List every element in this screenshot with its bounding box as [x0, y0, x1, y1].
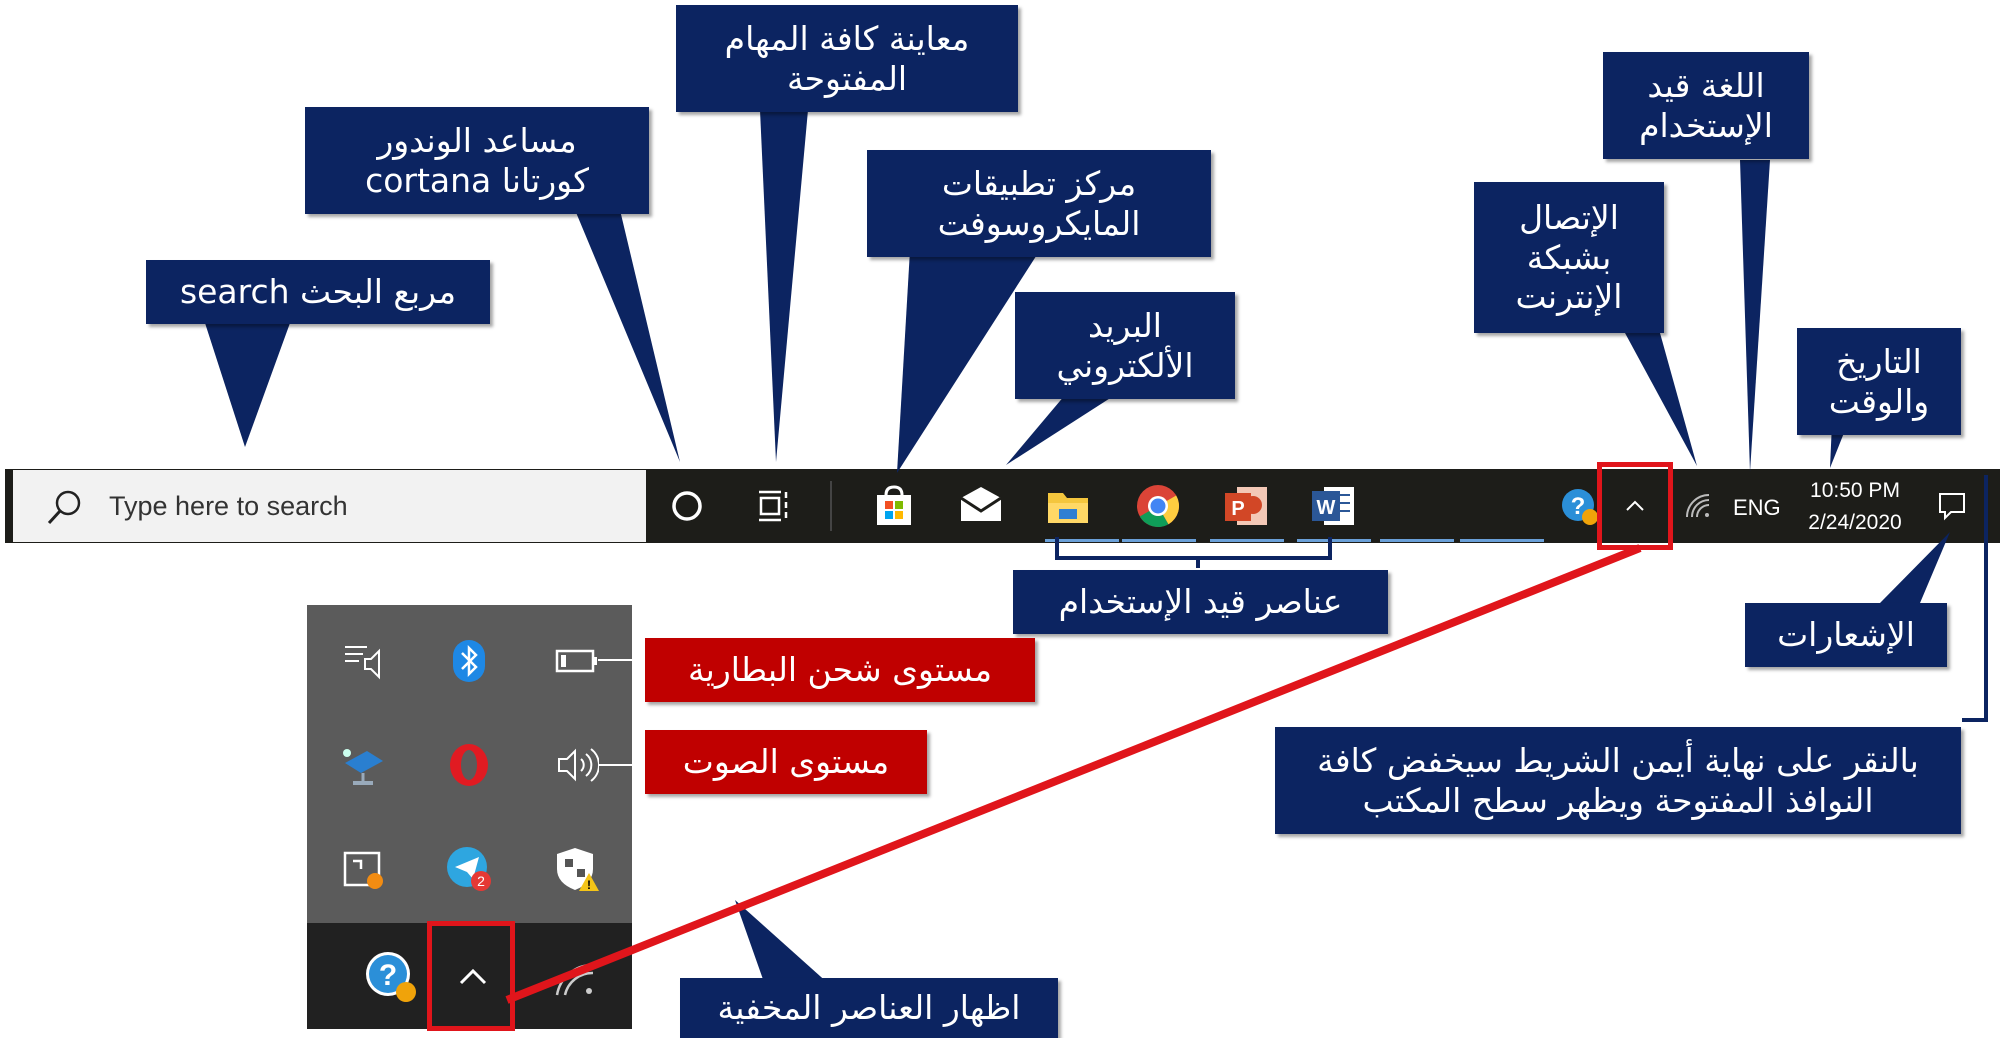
notifications-button[interactable] [1928, 474, 1976, 538]
svg-text:W: W [1317, 497, 1336, 519]
cortana-label: مساعد الوندور كورتانا cortana [305, 107, 649, 214]
battery-tray-item[interactable] [549, 633, 605, 689]
svg-text:P: P [1231, 498, 1244, 520]
mail-icon [960, 487, 1002, 521]
battery-label: مستوى شحن البطارية [645, 638, 1035, 702]
running-apps-label: عناصر قيد الإستخدام [1013, 570, 1388, 634]
search-icon [47, 490, 81, 525]
clock-date[interactable]: 2/24/2020 [1799, 511, 1911, 535]
hidden-icons-highlight [1597, 462, 1673, 550]
file-explorer-button[interactable] [1045, 483, 1091, 529]
file-explorer-icon [1048, 493, 1088, 523]
wifi-icon [555, 963, 594, 996]
running-indicator [1122, 539, 1196, 542]
taskbar: Type here to search P W ? ENG 10:50 PM 2… [5, 462, 2000, 550]
svg-text:?: ? [379, 959, 397, 992]
search-box[interactable]: Type here to search [13, 470, 646, 542]
task-view-icon [759, 490, 788, 522]
search-callout-pointer [205, 323, 290, 447]
battery-icon [555, 649, 597, 673]
opera-tray-item[interactable] [441, 737, 497, 793]
show-desktop-button[interactable] [1990, 469, 2000, 543]
volume-label: مستوى الصوت [645, 730, 927, 794]
wifi-icon [1686, 494, 1710, 518]
mail-label: البريد الألكتروني [1015, 292, 1235, 399]
language-callout-pointer [1740, 160, 1770, 472]
wifi-button[interactable] [1673, 474, 1723, 538]
telegram-icon: 2 [447, 847, 491, 891]
task-view-button[interactable] [743, 474, 803, 538]
help-icon: ? [1562, 489, 1598, 525]
running-indicator [1297, 539, 1371, 542]
datetime-label: التاريخ والوقت [1797, 328, 1961, 435]
language-indicator[interactable]: ENG [1733, 495, 1781, 521]
cortana-button[interactable] [657, 474, 717, 538]
hidden-items-callout-pointer [735, 900, 830, 985]
security-tray-item[interactable]: ! [549, 841, 605, 897]
word-icon: W [1312, 487, 1354, 525]
powerpoint-icon: P [1225, 487, 1267, 525]
powerpoint-button[interactable]: P [1223, 483, 1269, 529]
network-callout-pointer [1625, 333, 1697, 466]
capture-tray-item[interactable] [335, 841, 391, 897]
popup-chevron-highlight [427, 921, 515, 1031]
wifi-tray-item[interactable] [547, 949, 603, 1005]
word-button[interactable]: W [1310, 483, 1356, 529]
mail-button[interactable] [958, 483, 1004, 529]
help-tray-button[interactable]: ? [1560, 487, 1600, 527]
search-placeholder: Type here to search [109, 491, 348, 521]
volume-tray-item[interactable] [549, 737, 605, 793]
running-indicator [1210, 539, 1284, 542]
network-label: الإتصال بشبكة الإنترنت [1474, 182, 1664, 333]
cortana-callout-pointer [575, 210, 680, 462]
security-icon: ! [557, 848, 599, 892]
display-icon [345, 646, 380, 680]
cortana-icon [672, 491, 702, 521]
task-view-label: معاينة كافة المهام المفتوحة [676, 5, 1018, 112]
store-button[interactable] [871, 483, 917, 529]
clock-time[interactable]: 10:50 PM [1803, 479, 1907, 503]
taskbar-separator [830, 481, 832, 531]
running-indicator [1460, 539, 1544, 542]
search-label: مربع البحث search [146, 260, 490, 324]
store-icon [877, 485, 911, 525]
language-label: اللغة قيد الإستخدام [1603, 52, 1809, 159]
chrome-icon [1137, 485, 1180, 528]
store-label: مركز تطبيقات المايكروسوفت [867, 150, 1211, 257]
task-view-callout-pointer [760, 110, 808, 462]
notification-icon [1939, 493, 1965, 521]
opera-icon [450, 744, 488, 786]
telegram-badge: 2 [477, 873, 485, 889]
hidden-icons-popup: 2 ! ? [307, 605, 632, 1031]
chrome-button[interactable] [1135, 483, 1181, 529]
hidden-items-label: اظهار العناصر المخفية [680, 978, 1058, 1038]
bluetooth-tray-item[interactable] [441, 633, 497, 689]
bluetooth-icon [453, 640, 485, 682]
network-device-icon [343, 749, 383, 785]
network-device-tray-item[interactable] [335, 737, 391, 793]
running-indicator [1045, 539, 1119, 542]
show-desktop-label: بالنقر على نهاية أيمن الشريط سيخفض كافة … [1275, 727, 1961, 834]
svg-text:!: ! [587, 878, 591, 892]
running-indicator [1380, 539, 1454, 542]
volume-icon [558, 748, 599, 782]
notifications-label: الإشعارات [1745, 603, 1947, 667]
help-tray-item[interactable]: ? [363, 949, 419, 1005]
capture-icon [343, 851, 383, 889]
display-tray-item[interactable] [335, 633, 391, 689]
mail-callout-pointer [1006, 395, 1115, 465]
help-icon: ? [366, 952, 416, 1002]
telegram-tray-item[interactable]: 2 [441, 841, 497, 897]
